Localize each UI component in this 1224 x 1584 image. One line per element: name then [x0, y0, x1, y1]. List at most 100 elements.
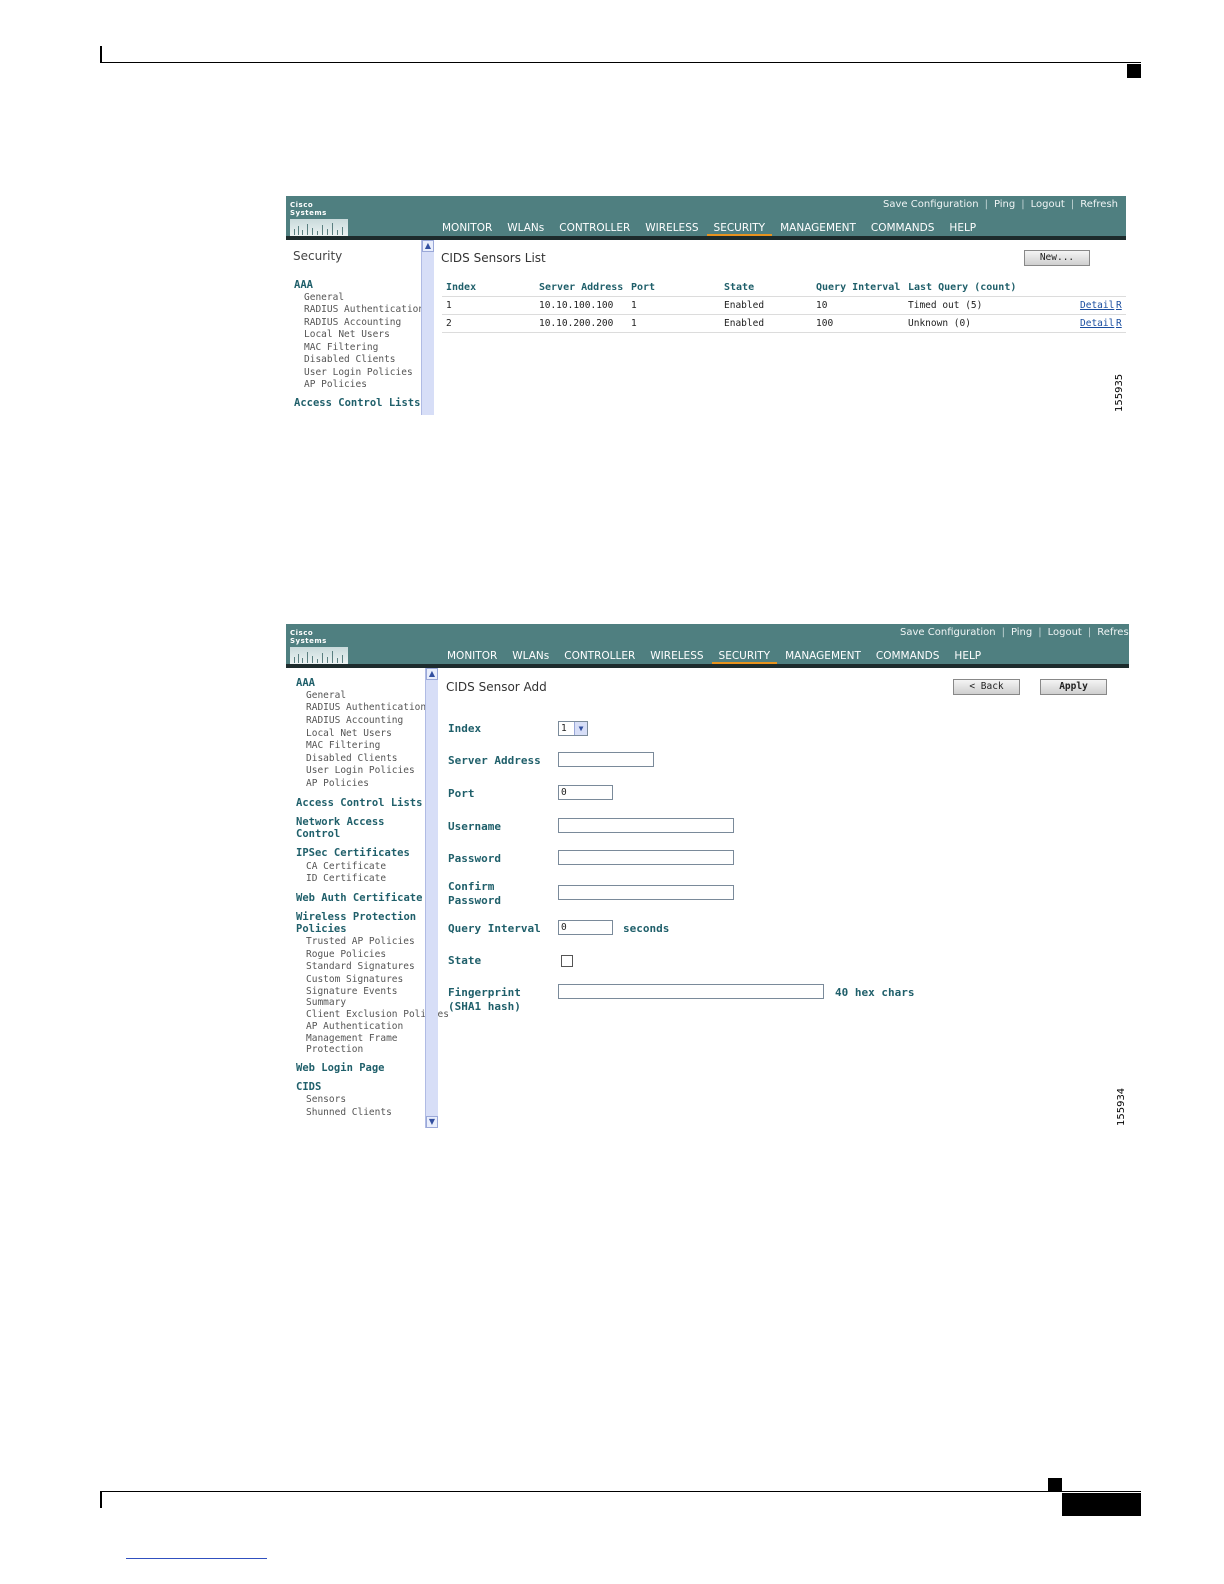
sidebar-item-standard-signatures[interactable]: Standard Signatures	[306, 961, 415, 972]
server-address-input[interactable]	[558, 752, 654, 767]
app-header: Cisco Systems Save Configuration | Ping | Lo…	[286, 624, 1129, 665]
sidebar-item-custom-signatures[interactable]: Custom Signatures	[306, 974, 403, 985]
tab-monitor[interactable]: MONITOR	[447, 650, 497, 662]
row1-detail-link[interactable]: Detail	[1080, 300, 1114, 311]
sidebar-item-disabled-clients[interactable]: Disabled Clients	[304, 354, 396, 365]
sidebar-group-network-access-control-2[interactable]: Control	[296, 828, 340, 840]
sidebar-item-mac-filtering[interactable]: MAC Filtering	[304, 342, 378, 353]
tab-security[interactable]: SECURITY	[707, 222, 773, 234]
tab-controller[interactable]: CONTROLLER	[559, 222, 630, 234]
main-nav: MONITOR WLANs CONTROLLER WIRELESS SECURITY MA…	[442, 222, 991, 234]
tab-monitor[interactable]: MONITOR	[442, 222, 492, 234]
sidebar-group-wireless-protection-policies-2[interactable]: Policies	[296, 923, 347, 935]
fingerprint-input[interactable]	[558, 984, 824, 999]
sidebar-item-sensors[interactable]: Sensors	[306, 1094, 346, 1105]
row1-more-link[interactable]: R	[1116, 300, 1122, 311]
tab-commands[interactable]: COMMANDS	[876, 650, 940, 662]
sidebar-item-local-net-users[interactable]: Local Net Users	[304, 329, 390, 340]
ping-link[interactable]: Ping	[994, 199, 1015, 210]
scroll-down-icon[interactable]: ▼	[426, 1116, 438, 1128]
save-configuration-link[interactable]: Save Configuration	[883, 199, 979, 210]
sidebar-item-radius-authentication[interactable]: RADIUS Authentication	[304, 304, 424, 315]
sidebar-item-signature-events[interactable]: Signature Events	[306, 986, 398, 997]
sidebar-item-ca-certificate[interactable]: CA Certificate	[306, 861, 386, 872]
sidebar-group-aaa[interactable]: AAA	[296, 677, 315, 689]
sidebar-item-user-login-policies[interactable]: User Login Policies	[304, 367, 413, 378]
logout-link[interactable]: Logout	[1031, 199, 1065, 210]
state-checkbox[interactable]	[561, 955, 573, 967]
tab-commands[interactable]: COMMANDS	[871, 222, 935, 234]
row1-port: 1	[631, 300, 637, 311]
sidebar-item-shunned-clients[interactable]: Shunned Clients	[306, 1107, 392, 1118]
sidebar-group-web-login-page[interactable]: Web Login Page	[296, 1062, 385, 1074]
sidebar-item-user-login-policies[interactable]: User Login Policies	[306, 765, 415, 776]
scroll-up-icon[interactable]: ▲	[422, 240, 434, 252]
sidebar-item-management-frame[interactable]: Management Frame	[306, 1033, 398, 1044]
sidebar-group-web-auth-certificate[interactable]: Web Auth Certificate	[296, 892, 422, 904]
sidebar-group-cids[interactable]: CIDS	[296, 1081, 321, 1093]
tab-help[interactable]: HELP	[949, 222, 976, 234]
sidebar-item-disabled-clients[interactable]: Disabled Clients	[306, 753, 398, 764]
sidebar-item-ap-policies[interactable]: AP Policies	[306, 778, 369, 789]
sidebar-group-network-access-control[interactable]: Network Access	[296, 816, 385, 828]
sidebar-group-wireless-protection-policies[interactable]: Wireless Protection	[296, 911, 416, 923]
fingerprint-label-2: (SHA1 hash)	[448, 1000, 521, 1013]
confirm-password-input[interactable]	[558, 885, 734, 900]
port-input[interactable]: 0	[558, 785, 613, 800]
password-input[interactable]	[558, 850, 734, 865]
tab-wireless[interactable]: WIRELESS	[650, 650, 703, 662]
sidebar-scrollbar[interactable]: ▲ ▼	[425, 668, 438, 1128]
scroll-up-icon[interactable]: ▲	[426, 668, 438, 680]
cisco-logo: Cisco Systems	[290, 629, 348, 665]
query-interval-input[interactable]: 0	[558, 920, 613, 935]
sidebar-item-ap-authentication[interactable]: AP Authentication	[306, 1021, 403, 1032]
sidebar-item-local-net-users[interactable]: Local Net Users	[306, 728, 392, 739]
username-input[interactable]	[558, 818, 734, 833]
tab-help[interactable]: HELP	[954, 650, 981, 662]
sidebar-item-radius-authentication[interactable]: RADIUS Authentication	[306, 702, 426, 713]
sidebar-group-access-control-lists[interactable]: Access Control Lists	[294, 397, 420, 409]
sidebar-item-trusted-ap-policies[interactable]: Trusted AP Policies	[306, 936, 415, 947]
sidebar-item-general[interactable]: General	[306, 690, 346, 701]
ping-link[interactable]: Ping	[1011, 627, 1032, 638]
sidebar-item-management-frame-protection[interactable]: Protection	[306, 1044, 363, 1055]
sidebar-item-mac-filtering[interactable]: MAC Filtering	[306, 740, 380, 751]
sidebar-item-rogue-policies[interactable]: Rogue Policies	[306, 949, 386, 960]
fingerprint-note: 40 hex chars	[835, 986, 915, 999]
sidebar-group-aaa[interactable]: AAA	[294, 279, 313, 291]
row1-state: Enabled	[724, 300, 765, 311]
tab-wlans[interactable]: WLANs	[507, 222, 544, 234]
tab-wireless[interactable]: WIRELESS	[645, 222, 698, 234]
tab-management[interactable]: MANAGEMENT	[780, 222, 856, 234]
col-last-query: Last Query (count)	[908, 282, 1017, 293]
index-select[interactable]: 1 ▼	[558, 721, 588, 736]
row2-detail-link[interactable]: Detail	[1080, 318, 1114, 329]
col-port: Port	[631, 282, 656, 293]
port-label: Port	[448, 787, 475, 800]
sidebar-group-access-control-lists[interactable]: Access Control Lists	[296, 797, 422, 809]
apply-button[interactable]: Apply	[1040, 679, 1107, 695]
chevron-down-icon[interactable]: ▼	[574, 722, 587, 735]
figure-id-2: 155934	[1116, 1087, 1127, 1126]
refresh-link[interactable]: Refresh	[1080, 199, 1118, 210]
tab-management[interactable]: MANAGEMENT	[785, 650, 861, 662]
logout-link[interactable]: Logout	[1048, 627, 1082, 638]
tab-wlans[interactable]: WLANs	[512, 650, 549, 662]
tab-security[interactable]: SECURITY	[712, 650, 778, 662]
sidebar-item-signature-events-summary[interactable]: Summary	[306, 997, 346, 1008]
footer-link-underline[interactable]	[126, 1558, 267, 1559]
new-button[interactable]: New...	[1024, 250, 1090, 266]
refresh-link[interactable]: Refresh	[1097, 627, 1129, 638]
row2-more-link[interactable]: R	[1116, 318, 1122, 329]
sidebar-item-general[interactable]: General	[304, 292, 344, 303]
sidebar-scrollbar[interactable]: ▲	[421, 240, 434, 415]
sidebar-group-ipsec-certificates[interactable]: IPSec Certificates	[296, 847, 410, 859]
save-configuration-link[interactable]: Save Configuration	[900, 627, 996, 638]
back-button[interactable]: < Back	[953, 679, 1020, 695]
tab-controller[interactable]: CONTROLLER	[564, 650, 635, 662]
sidebar-item-ap-policies[interactable]: AP Policies	[304, 379, 367, 390]
sidebar-item-id-certificate[interactable]: ID Certificate	[306, 873, 386, 884]
sidebar-item-radius-accounting[interactable]: RADIUS Accounting	[304, 317, 401, 328]
sidebar-item-radius-accounting[interactable]: RADIUS Accounting	[306, 715, 403, 726]
figure-id-1: 155935	[1114, 373, 1125, 412]
